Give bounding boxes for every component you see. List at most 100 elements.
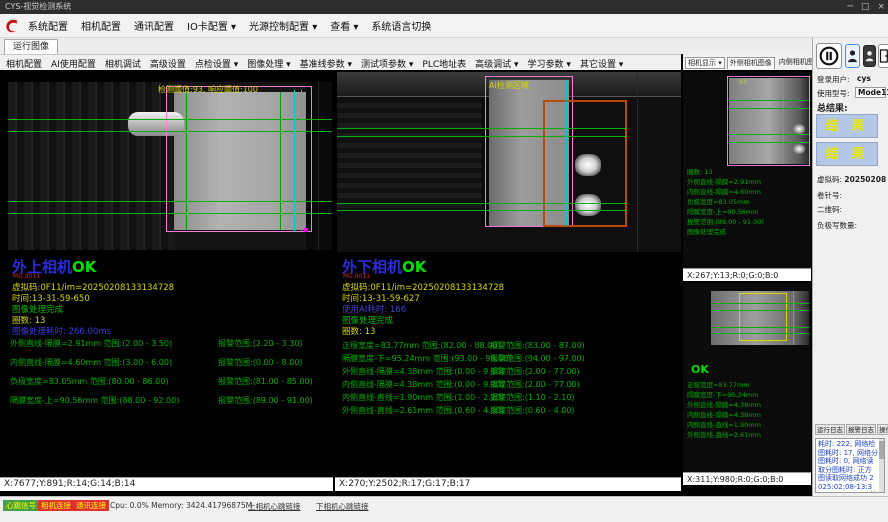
center-result-ok: OK	[402, 258, 426, 276]
left-camera-canvas[interactable]: 检测阈值:93, 响应阈值:100	[8, 82, 332, 250]
thumb-text-line: 外侧直线-隔膜=2.91mm	[687, 178, 761, 188]
measurement-row: 内侧直线-隔膜=4.60mm 范围:(3.00 - 6.00)	[10, 357, 172, 368]
center-camera-canvas[interactable]: AI检测区域	[337, 72, 681, 252]
upper-camera-heartbeat-link[interactable]: 上相机心跳链接	[248, 501, 301, 512]
tool-ai-config[interactable]: AI使用配置	[51, 57, 96, 70]
thumb-text-line: 外侧直线-直线=2.61mm	[687, 431, 761, 441]
thumb-text-line: 报警范围:(89.00 - 91.00)	[687, 218, 764, 228]
measurement-row: 负极宽度=83.05mm 范围:(80.00 - 86.00)	[10, 376, 168, 387]
window-controls: ─ □ ×	[848, 0, 885, 14]
tool-camera-config[interactable]: 相机配置	[6, 57, 42, 70]
marker-dot	[304, 228, 308, 232]
exit-button[interactable]	[878, 44, 888, 68]
thumb-text-line: 负极宽度=83.05mm	[687, 198, 750, 208]
menu-light-config[interactable]: 光源控制配置 ▾	[249, 18, 317, 33]
cpu-memory-text: Cpu: 0.0% Memory: 3424.41796875M	[110, 501, 252, 510]
tool-spot-check[interactable]: 点检设置 ▾	[195, 57, 238, 70]
edge-green-line	[280, 92, 281, 230]
maximize-icon[interactable]: □	[861, 0, 870, 14]
menu-io-config[interactable]: IO卡配置 ▾	[187, 18, 236, 33]
thumb-label: 93	[739, 79, 747, 86]
menu-system-config[interactable]: 系统配置	[28, 18, 68, 33]
tab-operate-log[interactable]: 操作日志	[877, 424, 888, 435]
small-camera-canvas-2[interactable]: OK 正极宽度=83.77mm 隔膜宽度-下=95.24mm 外侧直线-隔膜=4…	[683, 283, 811, 472]
user-login-button[interactable]	[845, 44, 860, 68]
tool-test-params[interactable]: 测试项参数 ▾	[361, 57, 413, 70]
thumb-text-line: 内侧直线-直线=1.90mm	[687, 421, 761, 431]
small-camera-canvas-1[interactable]: 93 圈数: 13 外侧直线-隔膜=2.91mm 内侧直线-隔膜=4.60mm …	[683, 72, 811, 268]
alarm-range: 报警范围:(94.00 - 97.00)	[490, 353, 585, 364]
thumb-text-line: 内侧直线-隔膜=4.60mm	[687, 188, 761, 198]
threshold-label: 检测阈值:93, 响应阈值:100	[158, 84, 258, 95]
tab-outer-camera-image[interactable]: 外侧相机图像	[727, 57, 775, 69]
baseline-green-line	[8, 131, 332, 132]
tab-highlight	[575, 194, 601, 216]
menu-camera-config[interactable]: 相机配置	[81, 18, 121, 33]
left-subnote: MG:8011	[13, 273, 40, 280]
side-panel: 登录用户: cys 使用型号: Mode11 总结果: 结 果 结 果 虚拟码:…	[812, 38, 888, 496]
close-icon[interactable]: ×	[877, 0, 885, 14]
write-count-label: 负极写数量:	[817, 220, 857, 231]
lower-camera-heartbeat-link[interactable]: 下相机心跳链接	[316, 501, 369, 512]
baseline-green-line	[8, 119, 332, 120]
app-logo-icon	[4, 18, 20, 34]
menu-language-switch[interactable]: 系统语言切换	[371, 18, 431, 33]
tool-plc-address[interactable]: PLC地址表	[422, 57, 466, 70]
menu-view[interactable]: 查看 ▾	[330, 18, 358, 33]
tool-advanced-settings[interactable]: 高级设置	[150, 57, 186, 70]
center-turns: 圈数: 13	[342, 325, 375, 337]
small1-coord-bar: X:267;Y:13;R:0;G:0;B:0	[683, 268, 811, 281]
virtual-code-label: 虚拟码: 20250208	[817, 174, 886, 185]
tab-run-image[interactable]: 运行图像	[4, 39, 58, 54]
thumb-text-line: 内侧直线-隔膜=4.38mm	[687, 411, 761, 421]
tab-run-log[interactable]: 运行日志	[815, 424, 845, 435]
log-scrollbar[interactable]	[879, 439, 884, 492]
tab-alarm-log[interactable]: 报警日志	[846, 424, 876, 435]
model-value-input[interactable]: Mode11	[855, 87, 886, 98]
alarm-range: 报警范围:(0.60 - 4.00)	[490, 405, 575, 416]
edge-cyan-line	[566, 80, 567, 226]
menu-comm-config[interactable]: 通讯配置	[134, 18, 174, 33]
log-text: 耗时: 222, 网络检图耗时: 17, 网络分图耗时: 0, 网络读取分图耗时…	[818, 440, 878, 493]
log-tabs: 运行日志 报警日志 操作日志	[815, 424, 888, 435]
left-elapsed: 图像处理耗时: 266.00ms	[12, 325, 111, 337]
login-user-label: 登录用户:	[817, 74, 850, 85]
machine-texture	[337, 98, 482, 208]
baseline-green-line	[729, 142, 809, 143]
tool-other-settings[interactable]: 其它设置 ▾	[580, 57, 623, 70]
total-result-label: 总结果:	[817, 101, 848, 114]
measurement-row: 内侧直线-隔膜=4.38mm 范围:(0.00 - 9.00)	[342, 379, 504, 390]
baseline-green-line	[337, 128, 627, 129]
tab-highlight	[793, 144, 805, 154]
pause-button[interactable]	[816, 43, 842, 69]
tool-image-process[interactable]: 图像处理 ▾	[247, 57, 290, 70]
measurement-row: 外侧直线-隔膜=4.38mm 范围:(0.00 - 9.00)	[342, 366, 504, 377]
user-alt-icon	[865, 50, 874, 62]
log-text-area[interactable]: 耗时: 222, 网络检图耗时: 17, 网络分图耗时: 0, 网络读取分图耗时…	[815, 438, 885, 493]
tool-baseline-params[interactable]: 基准线参数 ▾	[300, 57, 352, 70]
tab-highlight	[575, 154, 601, 176]
thumb-text-line: 正极宽度=83.77mm	[687, 381, 750, 391]
baseline-green-line	[337, 210, 627, 211]
app-window: CYS-视觉检测系统 ─ □ × 系统配置 相机配置 通讯配置 IO卡配置 ▾ …	[0, 0, 888, 522]
minimize-icon[interactable]: ─	[848, 0, 853, 14]
roi-pink-rect	[166, 86, 312, 232]
model-label: 使用型号:	[817, 88, 850, 99]
frame-line	[637, 72, 638, 252]
user-switch-button[interactable]	[863, 45, 876, 67]
thumb-text-line: 隔膜宽度-下=95.24mm	[687, 391, 759, 401]
baseline-green-line	[711, 333, 809, 334]
left-result-ok: OK	[72, 258, 96, 276]
comm-link-badge: 通讯连接	[73, 500, 109, 511]
tool-camera-debug[interactable]: 相机调试	[105, 57, 141, 70]
tool-advanced-debug[interactable]: 高级调试 ▾	[475, 57, 518, 70]
center-coord-bar: X:270;Y:2502;R:17;G:17;B:17	[335, 477, 681, 491]
baseline-green-line	[8, 201, 332, 202]
heartbeat-badge: 心跳信号	[3, 500, 39, 511]
camera-display-dropdown[interactable]: 相机显示 ▾	[685, 57, 725, 69]
edge-cyan-line	[783, 78, 784, 164]
measurement-row: 隔膜宽度-上=90.56mm 范围:(88.00 - 92.00)	[10, 395, 179, 406]
tool-learn-params[interactable]: 学习参数 ▾	[528, 57, 571, 70]
measurement-row: 外侧直线-隔膜=2.91mm 范围:(2.00 - 3.50)	[10, 338, 172, 349]
baseline-green-line	[711, 327, 809, 328]
